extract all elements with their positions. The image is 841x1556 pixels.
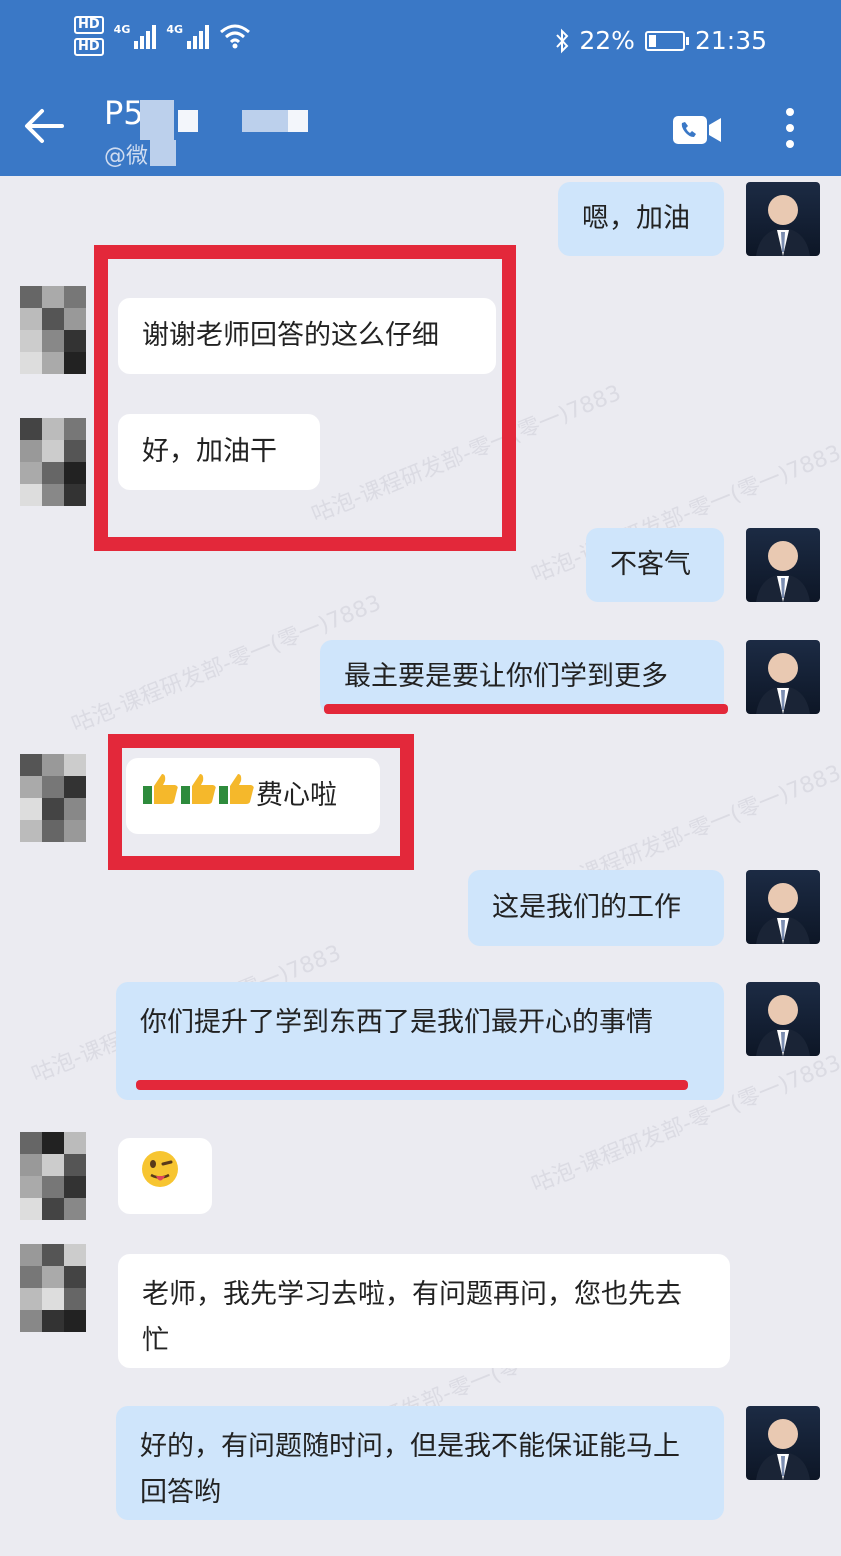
blurred-name-part [140,100,174,140]
back-arrow-icon[interactable] [22,104,66,148]
signal-icon-2: 4G [166,23,210,49]
hd-badge-2: HD [74,38,104,56]
my-avatar[interactable] [746,182,820,256]
message-bubble-outgoing[interactable]: 好的，有问题随时问，但是我不能保证能马上回答哟 [116,1406,724,1520]
battery-percent: 22% [579,26,635,55]
more-menu-icon[interactable] [786,108,794,148]
message-text: 费心啦 [256,780,337,811]
wink-tongue-emoji-icon [140,1149,180,1204]
blurred-name-part [288,110,308,132]
thumbs-up-icon [218,772,256,821]
contact-avatar[interactable] [20,418,86,506]
thumbs-up-icon [142,772,180,821]
message-bubble-incoming[interactable] [118,1138,212,1214]
chat-area[interactable]: 咕泡-课程研发部-零一(零一)7883 咕泡-课程研发部-零一(零一)7883 … [0,176,841,1556]
message-text: 你们提升了学到东西了是我们最开心的事情 [140,1007,653,1038]
my-avatar[interactable] [746,528,820,602]
contact-subtitle: @微 [104,144,149,169]
video-call-icon[interactable] [672,114,722,146]
my-avatar[interactable] [746,982,820,1056]
wifi-icon [220,24,251,49]
hd-badge-1: HD [74,16,104,34]
contact-avatar[interactable] [20,1132,86,1220]
my-avatar[interactable] [746,1406,820,1480]
message-text: 好的，有问题随时问，但是我不能保证能马上回答哟 [140,1431,680,1508]
chat-header: HD HD 4G 4G 22% 21:35 P5 @微 [0,0,841,176]
message-bubble-outgoing[interactable]: 这是我们的工作 [468,870,724,946]
bluetooth-icon [556,28,569,53]
contact-name[interactable]: P5 [104,94,144,132]
highlight-underline [136,1080,688,1090]
message-bubble-outgoing[interactable]: 最主要是要让你们学到更多 [320,640,724,714]
thumbs-up-icon [180,772,218,821]
battery-icon [644,30,689,51]
highlight-underline [324,704,728,714]
message-bubble-incoming[interactable]: 谢谢老师回答的这么仔细 [118,298,496,374]
contact-avatar[interactable] [20,286,86,374]
my-avatar[interactable] [746,640,820,714]
clock: 21:35 [694,26,767,55]
blurred-name-part [178,110,198,132]
highlight-box [94,245,516,551]
blurred-subtitle [150,140,176,166]
my-avatar[interactable] [746,870,820,944]
contact-avatar[interactable] [20,1244,86,1332]
message-bubble-outgoing[interactable]: 嗯，加油 [558,182,724,256]
message-bubble-incoming[interactable]: 老师，我先学习去啦，有问题再问，您也先去忙 [118,1254,730,1368]
blurred-name-part [242,110,288,132]
status-bar-right: 22% 21:35 [555,26,767,55]
contact-avatar[interactable] [20,754,86,842]
message-text: 好，加油干 [142,436,277,467]
status-bar-left: HD HD 4G 4G [74,16,251,56]
message-bubble-incoming[interactable]: 好，加油干 [118,414,320,490]
message-bubble-outgoing[interactable]: 不客气 [586,528,724,602]
message-text: 老师，我先学习去啦，有问题再问，您也先去忙 [142,1279,682,1356]
message-text: 这是我们的工作 [492,892,681,923]
message-text: 谢谢老师回答的这么仔细 [142,320,439,351]
message-text: 嗯，加油 [582,203,690,234]
message-bubble-incoming[interactable]: 费心啦 [126,758,380,834]
message-text: 不客气 [610,549,691,580]
signal-icon-1: 4G [114,23,157,49]
message-text: 最主要是要让你们学到更多 [344,661,668,692]
